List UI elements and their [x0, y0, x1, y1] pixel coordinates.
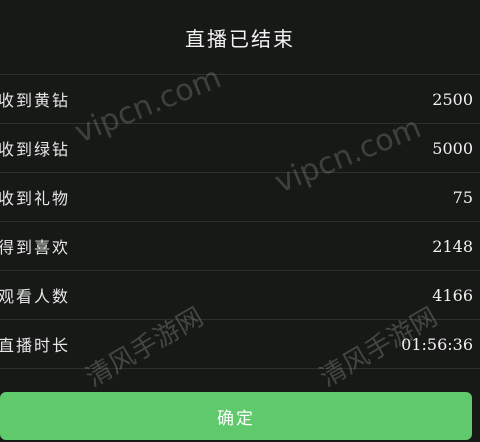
- stat-value: 01:56:36: [401, 334, 473, 354]
- confirm-button[interactable]: 确定: [0, 392, 472, 440]
- stat-row-likes: 得到喜欢 2148: [0, 222, 480, 271]
- page-title: 直播已结束: [185, 26, 295, 51]
- stat-row-yellow-diamonds: 收到黄钻 2500: [0, 75, 480, 124]
- stat-value: 5000: [432, 138, 473, 158]
- stat-label: 收到绿钻: [0, 140, 71, 159]
- stat-row-viewers: 观看人数 4166: [0, 271, 480, 320]
- stat-value: 2148: [432, 236, 473, 256]
- header: 直播已结束: [0, 0, 480, 74]
- stat-label: 收到黄钻: [0, 91, 71, 110]
- stat-label: 得到喜欢: [0, 238, 71, 257]
- stat-value: 2500: [432, 89, 473, 109]
- stat-row-duration: 直播时长 01:56:36: [0, 320, 480, 369]
- stat-value: 75: [452, 187, 473, 207]
- stat-value: 4166: [432, 285, 473, 305]
- confirm-button-label: 确定: [217, 408, 255, 429]
- stat-row-gifts: 收到礼物 75: [0, 173, 480, 222]
- stats-list: 收到黄钻 2500 收到绿钻 5000 收到礼物 75 得到喜欢 2148 观看…: [0, 75, 480, 369]
- stat-label: 收到礼物: [0, 189, 71, 208]
- stat-label: 直播时长: [0, 336, 71, 355]
- stat-label: 观看人数: [0, 287, 71, 306]
- stat-row-green-diamonds: 收到绿钻 5000: [0, 124, 480, 173]
- live-ended-screen: 直播已结束 收到黄钻 2500 收到绿钻 5000 收到礼物 75 得到喜欢 2…: [0, 0, 480, 442]
